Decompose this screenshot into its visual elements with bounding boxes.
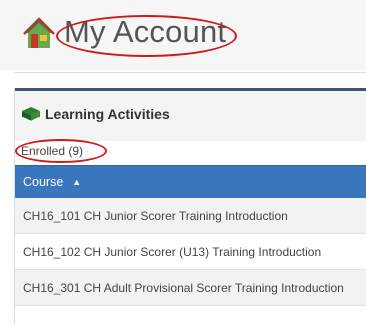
course-column-label: Course	[23, 175, 64, 189]
course-name[interactable]: CH16_101 CH Junior Scorer Training Intro…	[23, 209, 288, 223]
table-row[interactable]: CH16_102 CH Junior Scorer (U13) Training…	[15, 234, 366, 270]
table-row[interactable]: CH16_301 CH Adult Provisional Scorer Tra…	[15, 270, 366, 306]
panel-header: Learning Activities	[15, 88, 366, 141]
panel-title: Learning Activities	[45, 106, 170, 122]
learning-activities-panel: Learning Activities Enrolled (9) Course …	[14, 88, 366, 325]
sort-ascending-icon: ▲	[72, 176, 82, 187]
header-divider	[14, 72, 366, 73]
course-name[interactable]: CH16_301 CH Adult Provisional Scorer Tra…	[23, 281, 344, 295]
subtabs: Enrolled (9)	[15, 139, 364, 163]
house-icon	[23, 17, 55, 48]
book-icon	[22, 107, 40, 122]
courses-table: Course ▲ CH16_101 CH Junior Scorer Train…	[15, 165, 366, 306]
course-name[interactable]: CH16_102 CH Junior Scorer (U13) Training…	[23, 245, 321, 259]
course-column-header[interactable]: Course ▲	[15, 165, 366, 198]
title-highlight-annotation	[56, 15, 237, 57]
table-row[interactable]: CH16_101 CH Junior Scorer Training Intro…	[15, 198, 366, 234]
page-header: My Account	[0, 0, 366, 70]
enrolled-highlight-annotation	[15, 139, 107, 163]
